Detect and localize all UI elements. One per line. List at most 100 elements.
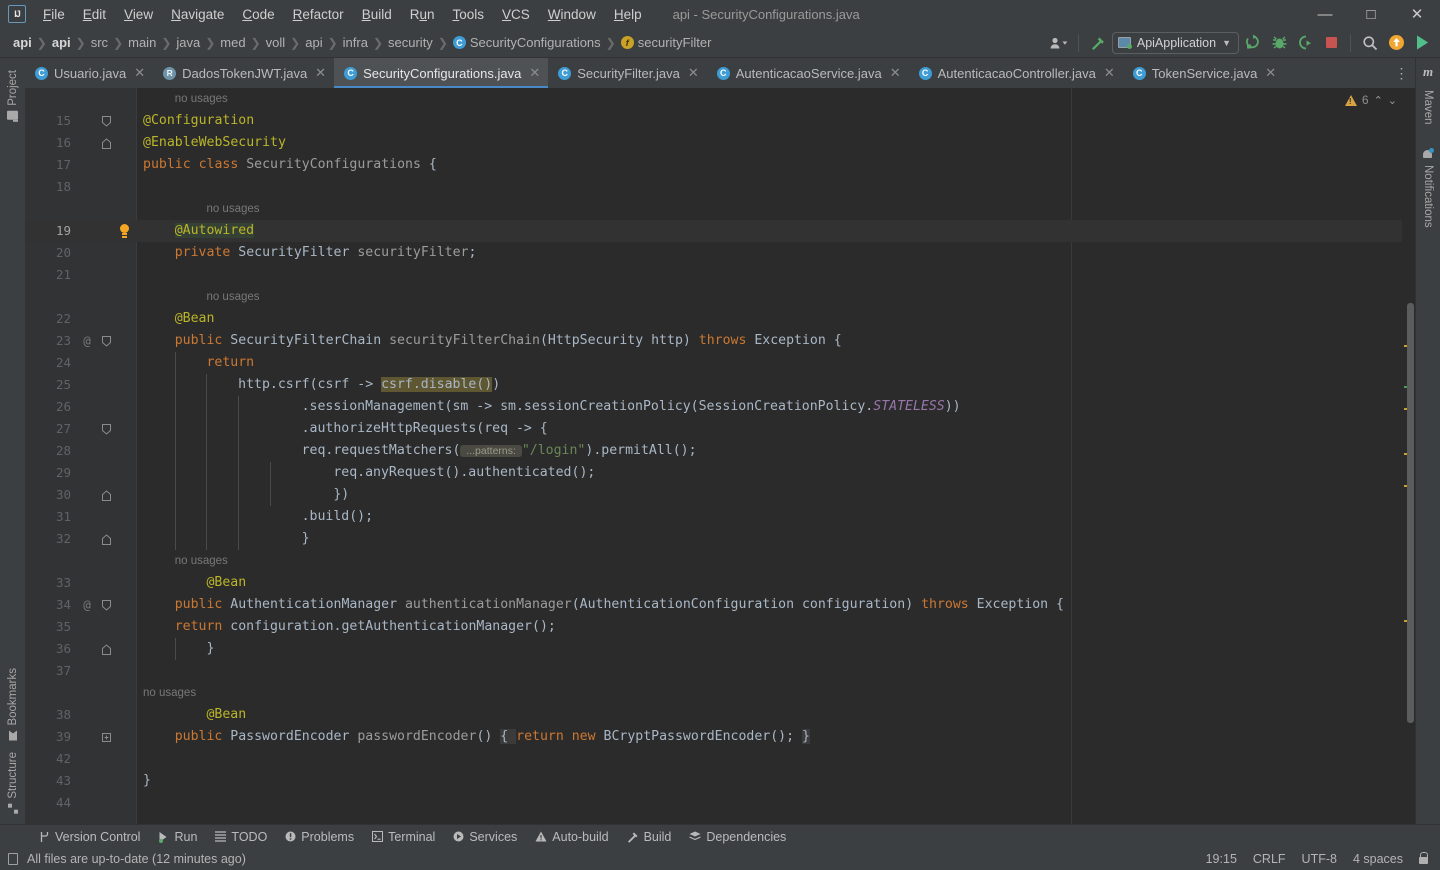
code-line-row[interactable]: 36} (25, 638, 1402, 660)
code-line-row[interactable]: 38 @Bean (25, 704, 1402, 726)
close-button[interactable]: ✕ (1394, 0, 1440, 28)
bottom-item-build[interactable]: Build (618, 828, 681, 846)
code-fold-icon[interactable] (99, 110, 113, 132)
bottom-item-todo[interactable]: TODO (206, 828, 276, 846)
code-line-row[interactable]: 29 req.anyRequest().authenticated(); (25, 462, 1402, 484)
code-line-row[interactable]: 34 @ public AuthenticationManager authenti… (25, 594, 1402, 616)
breadcrumb-item-3[interactable]: main (125, 33, 159, 52)
build-hammer-icon[interactable] (1086, 31, 1110, 55)
code-line-row[interactable]: 39 public PasswordEncoder passwordEncoder… (25, 726, 1402, 748)
maximize-button[interactable]: □ (1348, 0, 1394, 28)
minimize-button[interactable]: — (1302, 0, 1348, 28)
sidebar-item-bookmarks[interactable]: Bookmarks (3, 662, 23, 747)
code-line-row[interactable]: 19 @Autowired (25, 220, 1402, 242)
breadcrumb-item-7[interactable]: api (302, 33, 325, 52)
inspection-widget[interactable]: 6 ⌃ ⌄ (1344, 93, 1397, 107)
code-line-row[interactable]: 35 return configuration.getAuthentication… (25, 616, 1402, 638)
sidebar-item-maven[interactable]: Maven (1418, 84, 1438, 131)
breadcrumb-item-5[interactable]: med (217, 33, 248, 52)
code-hint-row[interactable]: no usages (25, 550, 1402, 572)
bottom-item-run[interactable]: Run (149, 828, 206, 846)
code-editor[interactable]: no usages 15 @Configuration 16 @EnableWebSec… (25, 88, 1402, 824)
run-icon[interactable] (1241, 31, 1265, 55)
breadcrumb-item-2[interactable]: src (88, 33, 111, 52)
code-line-row[interactable]: 17 public class SecurityConfigurations { (25, 154, 1402, 176)
menu-run[interactable]: Run (401, 4, 444, 25)
menu-build[interactable]: Build (353, 4, 401, 25)
code-line-row[interactable]: 43} (25, 770, 1402, 792)
code-hint-row[interactable]: no usages (25, 88, 1402, 110)
tab-securityfilter[interactable]: C SecurityFilter.java ✕ (548, 58, 707, 88)
close-icon[interactable]: ✕ (688, 65, 699, 81)
run-configuration-selector[interactable]: ApiApplication ▼ (1111, 31, 1239, 54)
update-project-icon[interactable] (1384, 31, 1408, 55)
next-problem-icon[interactable]: ⌄ (1388, 94, 1397, 107)
bottom-item-dependencies[interactable]: Dependencies (680, 828, 795, 846)
code-line-row[interactable]: 31 .build(); (25, 506, 1402, 528)
close-icon[interactable]: ✕ (1265, 65, 1276, 81)
breadcrumb-item-8[interactable]: infra (340, 33, 371, 52)
bottom-item-services[interactable]: Services (444, 828, 526, 846)
breadcrumb-item-6[interactable]: voll (263, 33, 289, 52)
menu-refactor[interactable]: Refactor (284, 4, 353, 25)
sidebar-item-structure[interactable]: Structure (3, 746, 23, 820)
breadcrumb-item-9[interactable]: security (385, 33, 436, 52)
tab-usuario[interactable]: C Usuario.java ✕ (25, 58, 153, 88)
code-fold-icon[interactable] (99, 132, 113, 154)
tab-autenticacaocontroller[interactable]: C AutenticacaoController.java ✕ (909, 58, 1123, 88)
tab-tokenservice[interactable]: C TokenService.java ✕ (1123, 58, 1284, 88)
breadcrumb-item-4[interactable]: java (173, 33, 203, 52)
code-line-row[interactable]: 27 .authorizeHttpRequests(req -> { (25, 418, 1402, 440)
menu-help[interactable]: Help (605, 4, 651, 25)
code-line-row[interactable]: 30}) (25, 484, 1402, 506)
code-line-row[interactable]: 44 (25, 792, 1402, 814)
breadcrumb-item-0[interactable]: api (10, 33, 35, 52)
code-fold-icon[interactable] (99, 638, 113, 660)
code-line-row[interactable]: 28 req.requestMatchers( ...patterns: "/lo… (25, 440, 1402, 462)
menu-view[interactable]: View (115, 4, 162, 25)
code-fold-icon[interactable] (99, 484, 113, 506)
editor-scrollbar-thumb[interactable] (1407, 303, 1414, 723)
tab-autenticacaoservice[interactable]: C AutenticacaoService.java ✕ (707, 58, 909, 88)
code-line-row[interactable]: 26 .sessionManagement(sm -> sm.sessionCre… (25, 396, 1402, 418)
menu-window[interactable]: Window (539, 4, 605, 25)
tab-overflow-icon[interactable]: ⋮ (1389, 58, 1415, 88)
code-fold-icon[interactable] (99, 418, 113, 440)
overrides-gutter-icon[interactable]: @ (77, 330, 97, 352)
tab-dadostokenjwt[interactable]: R DadosTokenJWT.java ✕ (153, 58, 334, 88)
bottom-item-version-control[interactable]: Version Control (30, 828, 149, 846)
code-hint-row[interactable]: no usages (25, 286, 1402, 308)
status-encoding[interactable]: UTF-8 (1302, 852, 1337, 866)
close-icon[interactable]: ✕ (315, 65, 326, 81)
close-icon[interactable]: ✕ (529, 65, 540, 81)
code-line-row[interactable]: 25 http.csrf(csrf -> csrf.disable()) (25, 374, 1402, 396)
menu-edit[interactable]: Edit (74, 4, 115, 25)
code-line-row[interactable]: 23 @ public SecurityFilterChain securityFi… (25, 330, 1402, 352)
code-hint-row[interactable]: no usages (25, 682, 1402, 704)
code-line-row[interactable]: 20 private SecurityFilter securityFilter; (25, 242, 1402, 264)
code-fold-icon[interactable] (99, 726, 113, 748)
code-line-row[interactable]: 22 @Bean (25, 308, 1402, 330)
code-line-row[interactable]: 16 @EnableWebSecurity (25, 132, 1402, 154)
code-line-row[interactable]: 24 return (25, 352, 1402, 374)
user-account-icon[interactable] (1047, 31, 1071, 55)
close-icon[interactable]: ✕ (134, 65, 145, 81)
close-icon[interactable]: ✕ (890, 65, 901, 81)
intention-bulb-icon[interactable] (117, 224, 131, 238)
code-line-row[interactable]: 15 @Configuration (25, 110, 1402, 132)
sidebar-item-project[interactable]: Project (3, 64, 23, 126)
search-everywhere-icon[interactable] (1358, 31, 1382, 55)
bottom-item-auto-build[interactable]: Auto-build (526, 828, 617, 846)
code-line-row[interactable]: 21 (25, 264, 1402, 286)
code-line-row[interactable]: 18 (25, 176, 1402, 198)
lock-icon[interactable] (1419, 852, 1428, 864)
close-icon[interactable]: ✕ (1104, 65, 1115, 81)
menu-navigate[interactable]: Navigate (162, 4, 233, 25)
code-fold-icon[interactable] (99, 528, 113, 550)
bottom-item-problems[interactable]: Problems (276, 828, 363, 846)
ide-assistant-icon[interactable] (1410, 31, 1434, 55)
breadcrumb-item-10[interactable]: C SecurityConfigurations (450, 33, 604, 52)
code-line-row[interactable]: 33 @Bean (25, 572, 1402, 594)
overrides-gutter-icon[interactable]: @ (77, 594, 97, 616)
status-line-separator[interactable]: CRLF (1253, 852, 1286, 866)
